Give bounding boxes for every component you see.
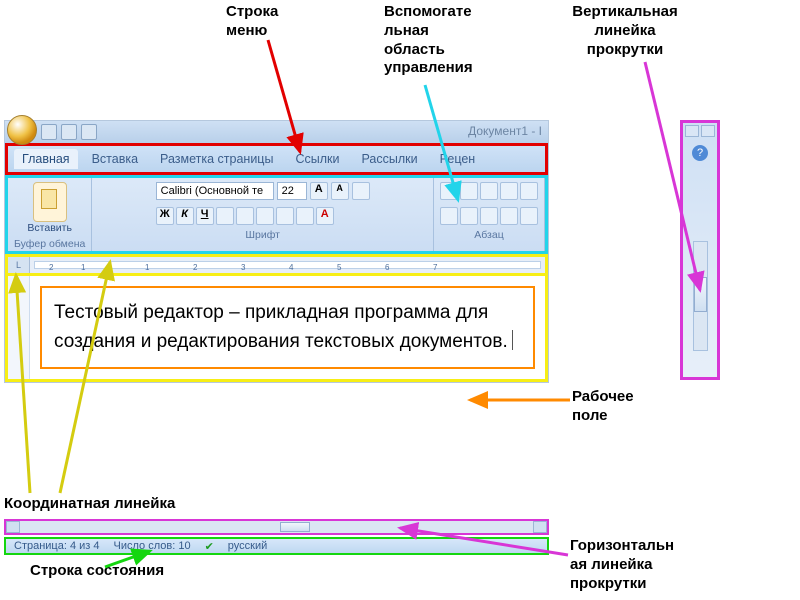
ruler-highlight: L 2 1 1 2 3 4 5 6 7: [5, 254, 548, 276]
status-bar-highlight: Страница: 4 из 4 Число слов: 10 ✔ русски…: [4, 537, 549, 555]
group-paragraph: Абзац: [434, 178, 545, 251]
h-scroll-right-icon[interactable]: [533, 521, 547, 533]
vertical-scrollbar-highlight: ?: [680, 120, 720, 380]
ruler-tick: 6: [385, 263, 389, 272]
status-language[interactable]: русский: [228, 540, 267, 552]
clear-format-icon[interactable]: [352, 182, 370, 200]
ruler-tick: 7: [433, 263, 437, 272]
tab-review[interactable]: Рецен: [432, 149, 484, 169]
label-status-bar: Строка состояния: [30, 562, 164, 581]
change-case-icon[interactable]: [276, 207, 294, 225]
document-text-highlight: Тестовый редактор – прикладная программа…: [40, 286, 535, 369]
spellcheck-icon[interactable]: ✔: [205, 540, 214, 553]
text-cursor: [512, 330, 513, 350]
bullets-icon[interactable]: [440, 182, 458, 200]
tab-home[interactable]: Главная: [14, 149, 78, 169]
tab-insert[interactable]: Вставка: [84, 149, 146, 169]
label-menu-row: Строкаменю: [226, 3, 278, 41]
multilevel-icon[interactable]: [480, 182, 498, 200]
strike-icon[interactable]: [216, 207, 234, 225]
ruler-tick: 5: [337, 263, 341, 272]
ruler-tick: 4: [289, 263, 293, 272]
paste-button[interactable]: Вставить: [27, 222, 72, 234]
indent-inc-icon[interactable]: [520, 182, 538, 200]
horizontal-ruler[interactable]: 2 1 1 2 3 4 5 6 7: [34, 261, 541, 269]
ruler-tick: 3: [241, 263, 245, 272]
title-bar: Документ1 - I: [5, 121, 548, 143]
v-scrollbar-thumb[interactable]: [694, 277, 707, 312]
quick-access-toolbar: [41, 124, 97, 140]
shrink-font-icon[interactable]: A: [331, 182, 349, 200]
font-name-select[interactable]: Calibri (Основной те: [156, 182, 274, 200]
label-ruler: Координатная линейка: [4, 495, 175, 514]
align-center-icon[interactable]: [460, 207, 478, 225]
work-area-highlight: Тестовый редактор – прикладная программа…: [5, 276, 548, 382]
ruler-tick: 1: [145, 263, 149, 272]
label-work-area: Рабочееполе: [572, 388, 634, 426]
ribbon-area-highlight: Вставить Буфер обмена Calibri (Основной …: [5, 175, 548, 254]
group-label-clipboard: Буфер обмена: [14, 236, 85, 250]
help-icon[interactable]: ?: [692, 145, 708, 161]
paste-icon[interactable]: [33, 182, 67, 222]
group-font: Calibri (Основной те 22 A A Ж К Ч A: [92, 178, 434, 251]
grow-font-icon[interactable]: A: [310, 182, 328, 200]
align-justify-icon[interactable]: [500, 207, 518, 225]
bold-button[interactable]: Ж: [156, 207, 174, 225]
tab-references[interactable]: Ссылки: [287, 149, 347, 169]
status-words[interactable]: Число слов: 10: [114, 540, 191, 552]
v-scrollbar-track[interactable]: [693, 241, 708, 351]
label-ribbon-area: Вспомогательнаяобластьуправления: [384, 3, 473, 78]
ribbon-tabs: Главная Вставка Разметка страницы Ссылки…: [8, 146, 545, 172]
align-left-icon[interactable]: [440, 207, 458, 225]
group-label-font: Шрифт: [245, 227, 280, 241]
close-icon[interactable]: [701, 125, 715, 137]
font-color-icon[interactable]: A: [316, 207, 334, 225]
font-size-select[interactable]: 22: [277, 182, 307, 200]
vertical-ruler[interactable]: [8, 276, 30, 379]
highlight-icon[interactable]: [296, 207, 314, 225]
word-window: Документ1 - I Главная Вставка Разметка с…: [4, 120, 549, 383]
ruler-corner[interactable]: L: [8, 257, 30, 273]
redo-icon[interactable]: [81, 124, 97, 140]
align-right-icon[interactable]: [480, 207, 498, 225]
numbering-icon[interactable]: [460, 182, 478, 200]
horizontal-scrollbar-highlight[interactable]: [4, 519, 549, 535]
tab-layout[interactable]: Разметка страницы: [152, 149, 281, 169]
h-scroll-left-icon[interactable]: [6, 521, 20, 533]
group-label-paragraph: Абзац: [474, 227, 503, 241]
indent-dec-icon[interactable]: [500, 182, 518, 200]
subscript-icon[interactable]: [236, 207, 254, 225]
status-page[interactable]: Страница: 4 из 4: [14, 540, 100, 552]
superscript-icon[interactable]: [256, 207, 274, 225]
underline-button[interactable]: Ч: [196, 207, 214, 225]
document-text: Тестовый редактор – прикладная программа…: [54, 302, 508, 352]
label-h-scrollbar: Горизонтальная линейкапрокрутки: [570, 537, 674, 593]
group-clipboard: Вставить Буфер обмена: [8, 178, 92, 251]
undo-icon[interactable]: [61, 124, 77, 140]
menu-row-highlight: Главная Вставка Разметка страницы Ссылки…: [5, 143, 548, 175]
ruler-tick: 2: [193, 263, 197, 272]
document-title: Документ1 - I: [468, 124, 542, 138]
document-area[interactable]: Тестовый редактор – прикладная программа…: [30, 276, 545, 379]
office-button[interactable]: [7, 115, 37, 145]
italic-button[interactable]: К: [176, 207, 194, 225]
tab-mailings[interactable]: Рассылки: [353, 149, 425, 169]
minimize-icon[interactable]: [685, 125, 699, 137]
label-v-scrollbar: Вертикальнаялинейкапрокрутки: [560, 3, 690, 59]
line-spacing-icon[interactable]: [520, 207, 538, 225]
save-icon[interactable]: [41, 124, 57, 140]
ruler-tick: 2: [49, 263, 53, 272]
h-scrollbar-thumb[interactable]: [280, 522, 310, 532]
ruler-tick: 1: [81, 263, 85, 272]
